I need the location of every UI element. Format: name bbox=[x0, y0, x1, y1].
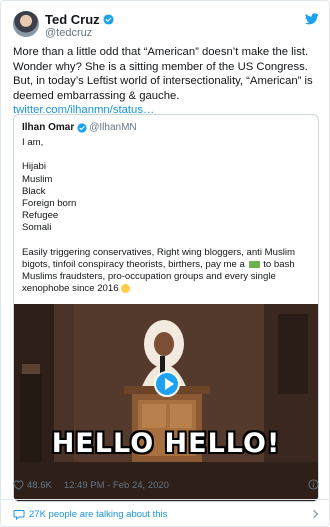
tweet-timestamp[interactable]: 12:49 PM - Feb 24, 2020 bbox=[64, 480, 169, 491]
quoted-paragraph: Easily triggering conservatives, Right w… bbox=[22, 247, 312, 296]
identity-item: Somali bbox=[22, 222, 52, 234]
heart-icon[interactable] bbox=[13, 480, 24, 490]
tweet-header: Ted Cruz @tedcruz bbox=[13, 11, 319, 41]
quoted-author-handle: @IlhanMN bbox=[89, 122, 137, 133]
like-count[interactable]: 48.6K bbox=[27, 480, 52, 491]
media-caption: HELLO HELLO! bbox=[51, 428, 281, 459]
info-icon[interactable] bbox=[308, 479, 319, 490]
identity-item: Muslim bbox=[22, 173, 53, 185]
twitter-bird-icon[interactable] bbox=[305, 13, 319, 25]
author-name-row: Ted Cruz bbox=[45, 12, 114, 27]
chevron-right-icon bbox=[313, 509, 319, 519]
talking-count[interactable]: 27K people are talking about this bbox=[29, 509, 167, 520]
identity-item: Refugee bbox=[22, 210, 59, 222]
footer-divider bbox=[1, 499, 330, 500]
play-icon[interactable] bbox=[154, 371, 180, 397]
tweet-card: Ted Cruz @tedcruz More than a little odd… bbox=[0, 0, 330, 527]
money-emoji-icon bbox=[248, 260, 260, 268]
quoted-greeting: I am, bbox=[22, 137, 44, 148]
author-avatar[interactable] bbox=[13, 11, 39, 37]
quoted-verified-badge-icon bbox=[77, 122, 87, 133]
tweet-text: More than a little odd that “American” d… bbox=[13, 45, 319, 118]
conversation-link[interactable]: 27K people are talking about this bbox=[13, 506, 319, 522]
author-name[interactable]: Ted Cruz bbox=[45, 12, 100, 27]
quoted-body: I am, Hijabi Muslim Black Foreign born R… bbox=[22, 137, 312, 296]
video-frame bbox=[14, 304, 318, 501]
identity-item: Hijabi bbox=[22, 161, 46, 173]
verified-badge-icon bbox=[103, 14, 114, 25]
quoted-author-name: Ilhan Omar bbox=[22, 122, 75, 133]
author-handle[interactable]: @tedcruz bbox=[45, 27, 92, 39]
quoted-tweet[interactable]: Ilhan Omar @IlhanMN I am, Hijabi Muslim … bbox=[13, 114, 319, 502]
video-media[interactable]: HELLO HELLO! bbox=[14, 304, 318, 501]
identity-item: Foreign born bbox=[22, 198, 77, 209]
identity-item: Black bbox=[22, 185, 46, 197]
smile-emoji-icon bbox=[121, 284, 131, 294]
tweet-body: More than a little odd that “American” d… bbox=[13, 46, 313, 102]
tweet-footer: 48.6K 12:49 PM - Feb 24, 2020 bbox=[13, 478, 319, 492]
quoted-header: Ilhan Omar @IlhanMN bbox=[22, 122, 137, 133]
speech-bubble-icon bbox=[13, 509, 25, 520]
